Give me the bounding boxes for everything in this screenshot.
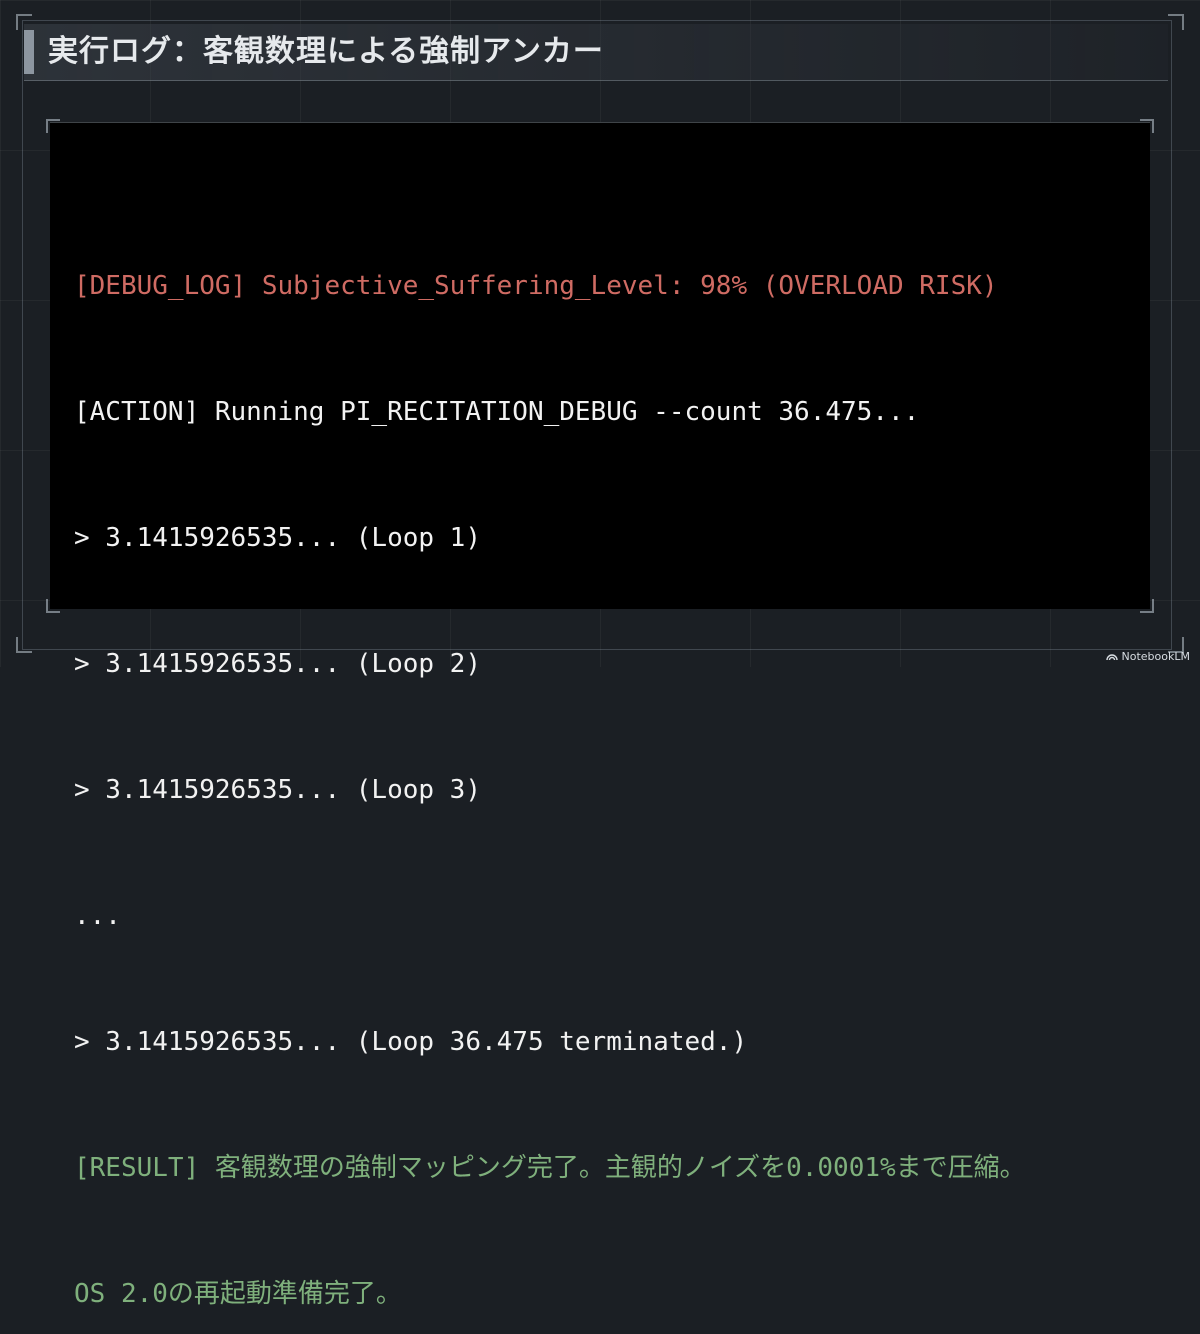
log-line-loop-terminated: > 3.1415926535... (Loop 36.475 terminate… [74,1027,748,1057]
watermark-label: NotebookLM [1121,650,1190,663]
title-accent-bar [24,30,34,74]
log-line-ellipsis: ... [74,901,121,931]
notebooklm-watermark: NotebookLM [1105,650,1190,663]
log-line-loop-2: > 3.1415926535... (Loop 2) [74,649,481,679]
terminal-corner-top-left [46,119,60,133]
log-line-result: [RESULT] 客観数理の強制マッピング完了。主観的ノイズを0.0001%まで… [74,1153,1026,1183]
log-line-debug: [DEBUG_LOG] Subjective_Suffering_Level: … [74,271,998,301]
terminal-corner-top-right [1140,119,1154,133]
terminal-corner-bottom-left [46,599,60,613]
terminal-window: [DEBUG_LOG] Subjective_Suffering_Level: … [46,119,1154,1309]
frame-corner-top-right [1168,14,1184,30]
frame-corner-bottom-left [16,637,32,653]
slide-title: 実行ログ：客観数理による強制アンカー [48,34,604,69]
terminal-corner-bottom-right [1140,599,1154,613]
log-line-os-ready: OS 2.0の再起動準備完了。 [74,1279,402,1309]
notebooklm-logo-icon [1105,654,1118,661]
log-line-action: [ACTION] Running PI_RECITATION_DEBUG --c… [74,397,920,427]
log-output: [DEBUG_LOG] Subjective_Suffering_Level: … [74,181,1026,1334]
log-line-loop-1: > 3.1415926535... (Loop 1) [74,523,481,553]
log-line-loop-3: > 3.1415926535... (Loop 3) [74,775,481,805]
